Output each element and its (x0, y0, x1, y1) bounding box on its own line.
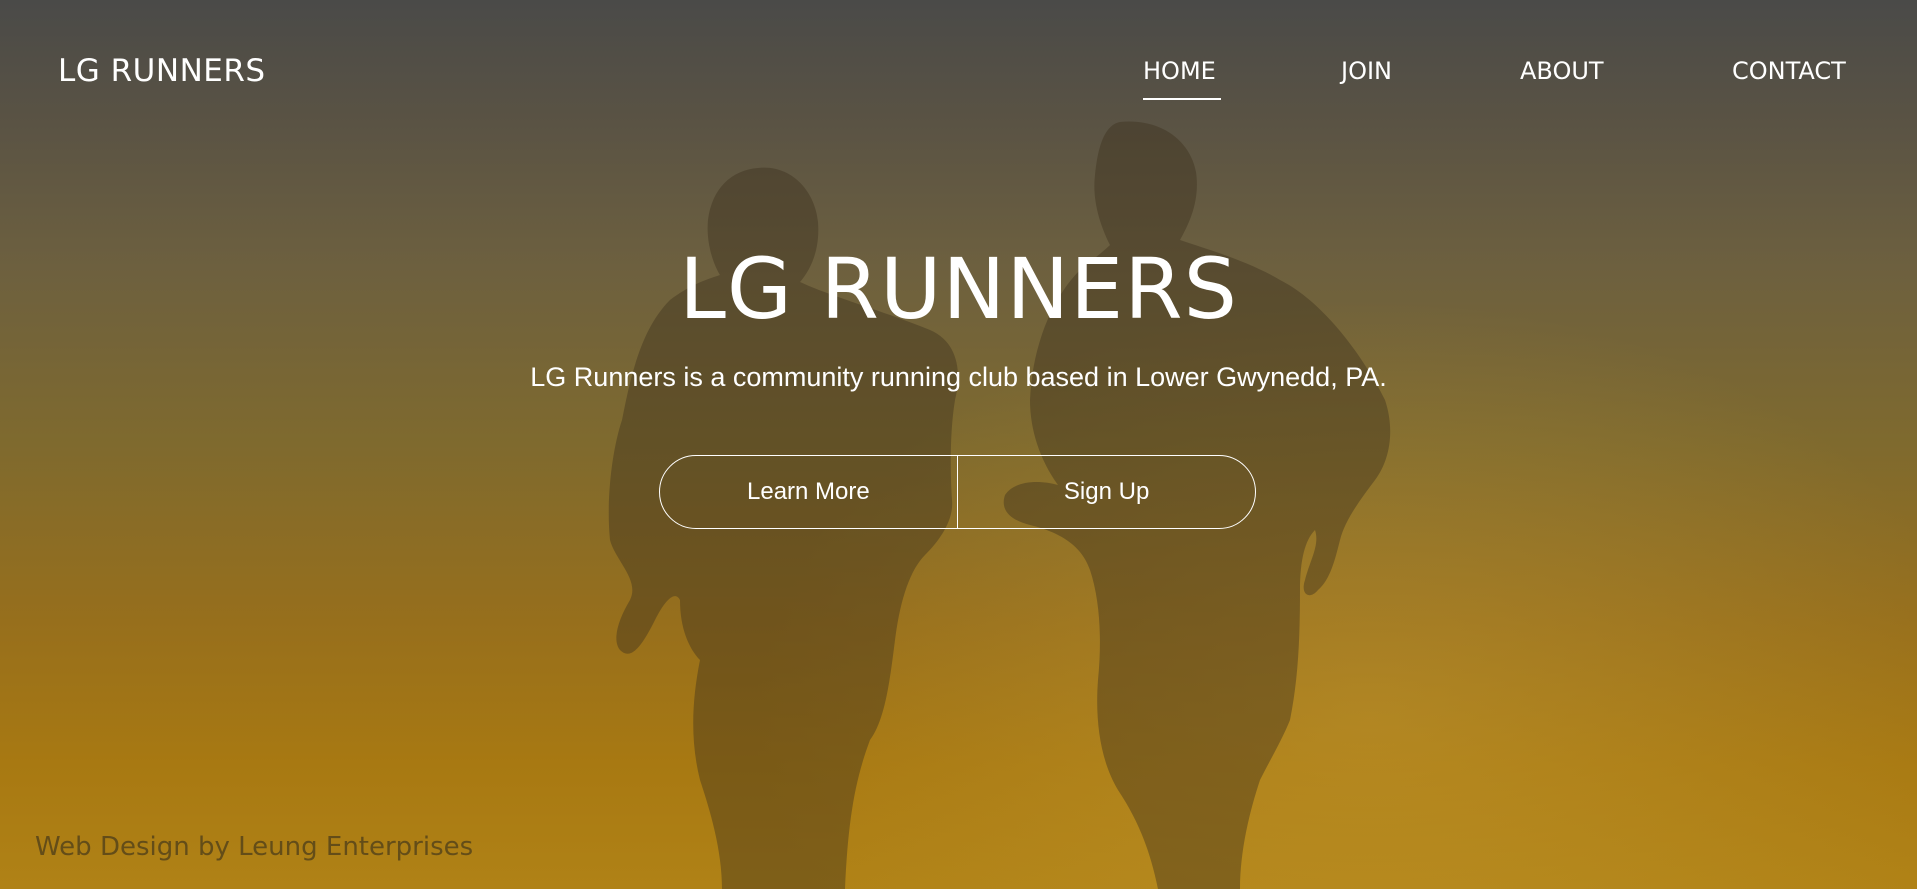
hero-button-group: Learn More Sign Up (659, 455, 1256, 529)
site-logo[interactable]: LG RUNNERS (58, 53, 266, 89)
nav-about-link[interactable]: ABOUT (1520, 57, 1604, 85)
learn-more-button[interactable]: Learn More (660, 456, 957, 528)
footer-credit: Web Design by Leung Enterprises (35, 832, 474, 862)
hero-subtitle: LG Runners is a community running club b… (530, 362, 1387, 392)
active-nav-indicator (1143, 98, 1221, 100)
sign-up-button[interactable]: Sign Up (958, 456, 1255, 528)
site-header: LG RUNNERS HOME JOIN ABOUT CONTACT (0, 0, 1917, 140)
hero-title: LG RUNNERS (679, 240, 1238, 338)
nav-home-link[interactable]: HOME (1143, 57, 1216, 85)
nav-join-link[interactable]: JOIN (1341, 57, 1392, 85)
nav-contact-link[interactable]: CONTACT (1732, 57, 1846, 85)
